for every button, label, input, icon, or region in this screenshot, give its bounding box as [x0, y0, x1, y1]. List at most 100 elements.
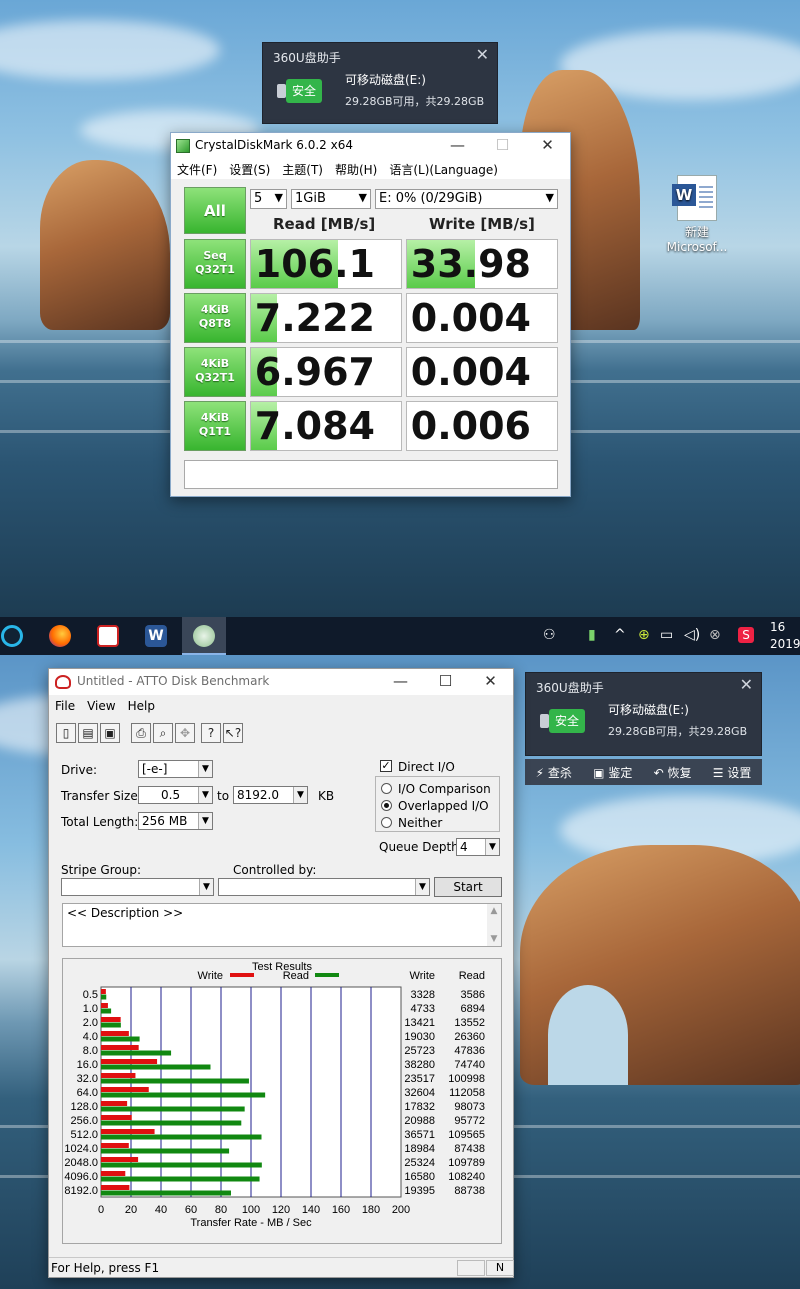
transfer-size-to-select[interactable]: 8192.0 ▼ [233, 786, 308, 804]
maximize-icon[interactable]: ☐ [423, 669, 468, 695]
chevron-up-icon[interactable]: ^ [614, 627, 626, 643]
minimize-icon[interactable]: — [435, 133, 480, 159]
read-value-label: 87438 [454, 1143, 485, 1155]
y-tick-label: 4096.0 [64, 1171, 98, 1183]
overlapped-io-radio[interactable] [381, 800, 392, 811]
firefox-icon [49, 625, 71, 647]
write-bar [101, 1073, 136, 1078]
description-field[interactable]: << Description >> ▲ ▼ [62, 903, 502, 947]
desktop-icon-word-doc[interactable]: W 新建 Microsof... [664, 175, 730, 255]
all-button[interactable]: All [184, 187, 246, 234]
usb-tray-icon[interactable]: ▮ [588, 627, 596, 643]
menu-file[interactable]: 文件(F) [171, 159, 223, 178]
read-result-cell: 106.1 [250, 239, 402, 289]
volume-icon[interactable]: ◁) [684, 627, 700, 643]
write-bar [101, 1157, 139, 1162]
menu-view[interactable]: View [81, 697, 121, 713]
help-icon[interactable]: ? [201, 723, 221, 743]
close-icon[interactable]: ✕ [476, 45, 489, 64]
save-icon[interactable]: ▣ [100, 723, 120, 743]
lightning-icon: ⚡ [535, 765, 548, 780]
test-button-3[interactable]: 4KiB Q1T1 [184, 401, 246, 451]
scan-label: 查杀 [547, 765, 572, 780]
write-bar [101, 1143, 129, 1148]
menu-language[interactable]: 语言(L)(Language) [383, 159, 504, 178]
menu-theme[interactable]: 主题(T) [276, 159, 329, 178]
print-preview-icon[interactable]: ⌕ [153, 723, 173, 743]
close-circle-icon[interactable]: ⊗ [709, 627, 721, 643]
new-icon[interactable]: ▯ [56, 723, 76, 743]
usb-drive-icon: 安全 [540, 709, 585, 733]
neither-radio[interactable] [381, 817, 392, 828]
restore-button[interactable]: ↶ 恢复 [654, 764, 692, 781]
scrollbar[interactable]: ▲ ▼ [487, 904, 501, 946]
scroll-up-icon[interactable]: ▲ [487, 904, 501, 918]
settings-label: 设置 [727, 765, 752, 780]
menu-help[interactable]: Help [122, 697, 161, 713]
legend-write-label: Write [198, 970, 223, 982]
test-button-1[interactable]: 4KiB Q8T8 [184, 293, 246, 343]
menu-settings[interactable]: 设置(S) [223, 159, 276, 178]
atto-window: Untitled - ATTO Disk Benchmark — ☐ ✕ Fil… [48, 668, 514, 1278]
x-axis-label: Transfer Rate - MB / Sec [190, 1217, 312, 1229]
comment-field[interactable] [184, 460, 558, 489]
plus-tray-icon[interactable]: ⊕ [638, 627, 650, 643]
close-icon[interactable]: ✕ [525, 133, 570, 159]
chevron-down-icon: ▼ [485, 839, 499, 855]
read-bar [101, 1120, 242, 1126]
taskbar-atto[interactable] [86, 617, 130, 655]
maximize-icon[interactable]: ☐ [480, 133, 525, 159]
window-title: CrystalDiskMark 6.0.2 x64 [195, 138, 353, 152]
transfer-size-from-select[interactable]: 0.5 ▼ [138, 786, 213, 804]
write-value-label: 18984 [404, 1143, 435, 1155]
scroll-down-icon[interactable]: ▼ [487, 932, 501, 946]
network-icon[interactable]: ▭ [660, 627, 673, 643]
size-select[interactable]: 1GiB ▼ [291, 189, 371, 209]
total-length-select[interactable]: 256 MB ▼ [138, 812, 213, 830]
stripe-group-select[interactable]: ▼ [61, 878, 214, 896]
close-icon[interactable]: ✕ [740, 675, 753, 694]
minimize-icon[interactable]: — [378, 669, 423, 695]
taskbar-word[interactable]: W [134, 617, 178, 655]
context-help-icon[interactable]: ↖? [223, 723, 243, 743]
x-tick-label: 40 [155, 1204, 167, 1216]
controlled-by-select[interactable]: ▼ [218, 878, 430, 896]
write-value: 33.98 [410, 242, 531, 286]
write-value-label: 25324 [404, 1157, 435, 1169]
settings-button[interactable]: ☰ 设置 [713, 764, 752, 781]
count-select[interactable]: 5 ▼ [250, 189, 287, 209]
scan-button[interactable]: ⚡ 查杀 [536, 764, 572, 781]
write-bar [101, 1171, 126, 1176]
clock[interactable]: 16 2019/ [770, 619, 800, 653]
taskbar-crystaldiskmark[interactable] [182, 617, 226, 655]
queue-depth-value: 4 [460, 840, 468, 854]
move-icon[interactable]: ✥ [175, 723, 195, 743]
taskbar-app[interactable] [0, 617, 34, 655]
identify-button[interactable]: ▣ 鉴定 [593, 764, 632, 781]
people-icon[interactable]: ⚇ [543, 627, 556, 643]
read-value-label: 98073 [454, 1101, 485, 1113]
start-button[interactable]: Start [434, 877, 502, 897]
y-tick-label: 8.0 [83, 1045, 98, 1057]
test-button-0[interactable]: Seq Q32T1 [184, 239, 246, 289]
write-value: 0.004 [410, 350, 531, 394]
read-column-header: Read [459, 970, 485, 982]
drive-select[interactable]: [-e-] ▼ [138, 760, 213, 778]
drive-select[interactable]: E: 0% (0/29GiB) ▼ [375, 189, 558, 209]
direct-io-checkbox[interactable]: ✓ [380, 760, 392, 772]
test-button-2[interactable]: 4KiB Q32T1 [184, 347, 246, 397]
read-value: 106.1 [254, 242, 375, 286]
write-bar [101, 1087, 149, 1092]
close-icon[interactable]: ✕ [468, 669, 513, 695]
print-icon[interactable]: ⎙ [131, 723, 151, 743]
read-value-label: 6894 [461, 1003, 485, 1015]
sogou-icon[interactable]: S [738, 627, 754, 643]
menu-help[interactable]: 帮助(H) [329, 159, 383, 178]
queue-depth-select[interactable]: 4 ▼ [456, 838, 500, 856]
taskbar-firefox[interactable] [38, 617, 82, 655]
drive-capacity: 29.28GB可用，共29.28GB [345, 95, 485, 108]
controlled-by-label: Controlled by: [233, 863, 317, 877]
io-comparison-radio[interactable] [381, 783, 392, 794]
open-folder-icon[interactable]: ▤ [78, 723, 98, 743]
menu-file[interactable]: File [49, 697, 81, 713]
